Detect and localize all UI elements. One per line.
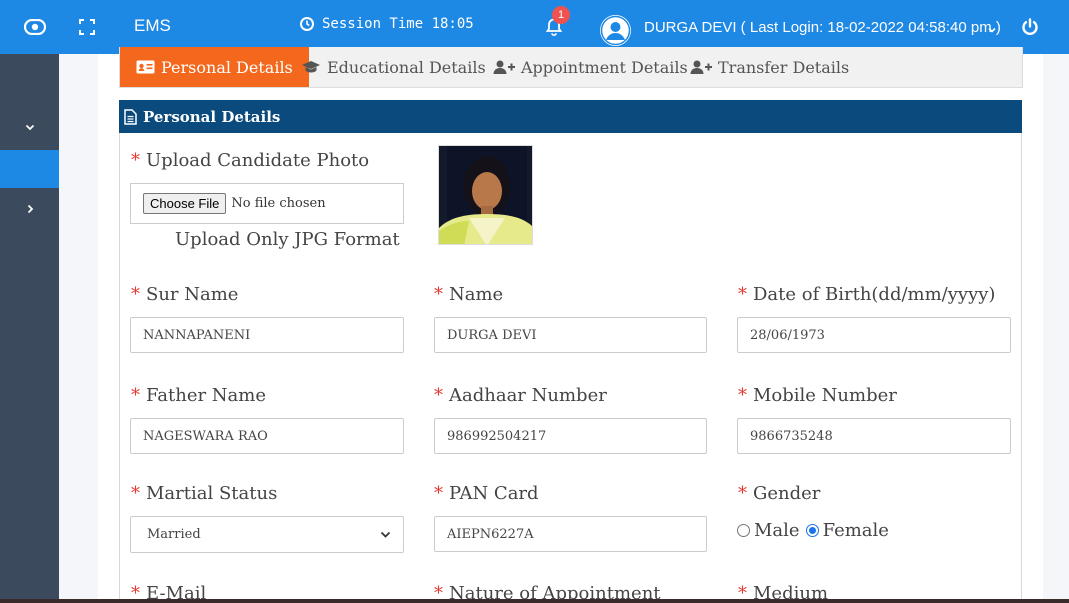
- pan-field[interactable]: AIEPN6227A: [434, 516, 707, 552]
- chevron-down-icon[interactable]: [987, 20, 997, 39]
- candidate-photo: [438, 145, 533, 245]
- avatar[interactable]: [600, 15, 631, 46]
- panel-header: Personal Details: [119, 100, 1022, 133]
- chevron-right-icon: [27, 204, 33, 214]
- user-info[interactable]: DURGA DEVI ( Last Login: 18-02-2022 04:5…: [644, 19, 1001, 36]
- mobile-field[interactable]: 9866735248: [737, 418, 1011, 454]
- top-navbar: EMS Session Time 18:05 1 DURGA DEVI ( La…: [0, 0, 1069, 54]
- mobile-label: * Mobile Number: [738, 385, 897, 406]
- marital-status-label: * Martial Status: [131, 483, 278, 504]
- pan-label: * PAN Card: [434, 483, 539, 504]
- tab-bar: Personal Details Educational Details App…: [119, 47, 1023, 88]
- surname-label: * Sur Name: [131, 284, 239, 305]
- chevron-down-icon: [25, 124, 34, 131]
- app-title: EMS: [134, 16, 171, 35]
- user-plus-icon: [690, 60, 712, 74]
- dob-label: * Date of Birth(dd/mm/yyyy): [738, 284, 996, 305]
- name-label: * Name: [434, 284, 504, 305]
- gender-label: * Gender: [738, 483, 821, 504]
- surname-field[interactable]: NANNAPANENI: [130, 317, 404, 353]
- session-text: Session Time 18:05: [322, 16, 474, 32]
- bottom-edge: [0, 599, 1069, 603]
- graduation-cap-icon: [302, 61, 320, 73]
- father-name-field[interactable]: NAGESWARA RAO: [130, 418, 404, 454]
- gender-female-label: Female: [822, 520, 889, 541]
- sidebar: [0, 54, 59, 603]
- document-icon: [124, 108, 137, 125]
- clock-icon: [300, 17, 314, 31]
- panel-title: Personal Details: [143, 107, 281, 126]
- tab-appointment-details[interactable]: Appointment Details: [493, 47, 688, 87]
- user-plus-icon: [493, 60, 515, 74]
- photo-label: * Upload Candidate Photo: [131, 150, 370, 171]
- sidebar-active-item[interactable]: [0, 150, 59, 188]
- gender-male-radio[interactable]: [737, 524, 750, 537]
- toggle-view-icon[interactable]: [24, 0, 46, 54]
- gender-female-radio[interactable]: [805, 524, 819, 537]
- chevron-down-icon: [380, 531, 391, 538]
- marital-status-select[interactable]: Married: [130, 516, 404, 553]
- sidebar-expand-down[interactable]: [0, 108, 59, 146]
- photo-hint: Upload Only JPG Format: [175, 229, 400, 250]
- father-name-label: * Father Name: [131, 385, 267, 406]
- notification-badge: 1: [552, 6, 570, 24]
- session-timer: Session Time 18:05: [300, 16, 474, 32]
- gender-male-label: Male: [754, 520, 800, 541]
- aadhaar-field[interactable]: 986992504217: [434, 418, 707, 454]
- tab-educational-details[interactable]: Educational Details: [301, 47, 486, 87]
- aadhaar-label: * Aadhaar Number: [434, 385, 607, 406]
- file-status: No file chosen: [231, 196, 326, 211]
- power-icon[interactable]: [1018, 0, 1042, 54]
- fullscreen-icon[interactable]: [78, 0, 96, 54]
- id-card-icon: [136, 60, 155, 74]
- sidebar-expand-right[interactable]: [0, 190, 59, 228]
- tab-personal-details[interactable]: Personal Details: [120, 47, 309, 87]
- tab-transfer-details[interactable]: Transfer Details: [690, 47, 849, 87]
- choose-file-button[interactable]: Choose File: [143, 193, 227, 214]
- dob-field[interactable]: 28/06/1973: [737, 317, 1011, 353]
- gender-options: Male Female: [737, 520, 889, 541]
- photo-file-input[interactable]: Choose File No file chosen: [130, 183, 404, 224]
- name-field[interactable]: DURGA DEVI: [434, 317, 707, 353]
